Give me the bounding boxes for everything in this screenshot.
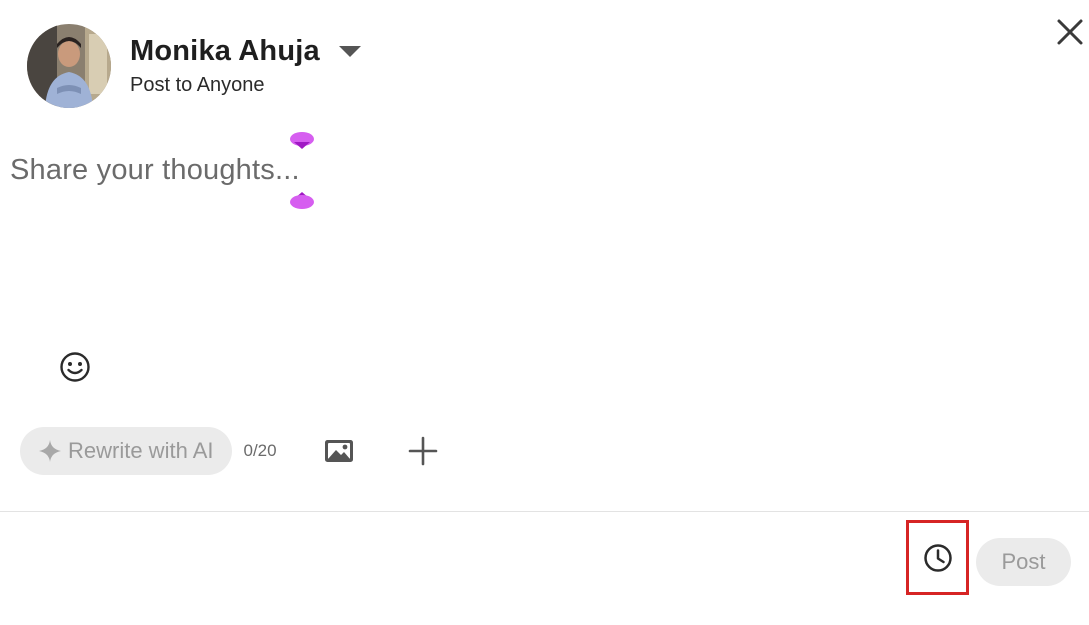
close-icon[interactable] xyxy=(1055,17,1085,47)
avatar xyxy=(27,24,111,108)
avatar-photo xyxy=(27,24,111,108)
identity-block: Monika Ahuja Post to Anyone xyxy=(130,35,361,97)
sparkle-icon xyxy=(38,439,62,463)
smiley-icon[interactable] xyxy=(58,350,92,384)
plus-icon[interactable] xyxy=(407,435,439,467)
rewrite-label: Rewrite with AI xyxy=(68,438,214,463)
post-button[interactable]: Post xyxy=(976,538,1071,586)
composer-header: Monika Ahuja Post to Anyone xyxy=(27,24,361,108)
ai-cursor-bottom-icon xyxy=(290,192,314,209)
post-composer-modal: Monika Ahuja Post to Anyone Share your t… xyxy=(0,0,1089,625)
close-button[interactable] xyxy=(1052,14,1088,50)
audience-label[interactable]: Post to Anyone xyxy=(130,74,361,97)
footer-divider xyxy=(0,511,1089,512)
more-options-button[interactable] xyxy=(407,435,439,467)
clock-icon[interactable] xyxy=(922,542,954,574)
author-selector[interactable]: Monika Ahuja xyxy=(130,35,361,68)
post-text-editor[interactable]: Share your thoughts... xyxy=(0,120,1089,340)
composer-toolbar: Rewrite with AI 0/20 xyxy=(20,427,439,475)
image-icon[interactable] xyxy=(323,437,355,465)
user-name: Monika Ahuja xyxy=(130,34,320,67)
rewrite-with-ai-button[interactable]: Rewrite with AI xyxy=(20,427,232,475)
ai-cursor-top-icon xyxy=(290,132,314,149)
emoji-button[interactable] xyxy=(58,350,92,384)
character-counter: 0/20 xyxy=(243,441,277,460)
add-media-button[interactable] xyxy=(323,435,355,467)
editor-placeholder[interactable]: Share your thoughts... xyxy=(10,154,300,187)
schedule-post-button[interactable] xyxy=(906,520,969,595)
caret-down-icon[interactable] xyxy=(338,46,361,57)
